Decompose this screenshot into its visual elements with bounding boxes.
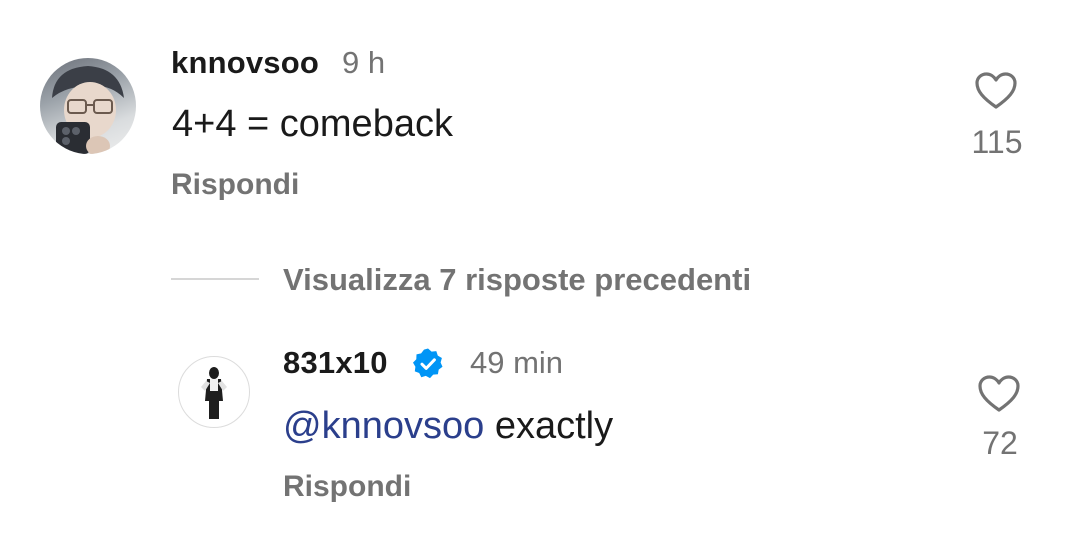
heart-outline-icon — [978, 375, 1020, 412]
verified-badge-icon — [411, 347, 445, 386]
avatar[interactable] — [40, 58, 136, 154]
comment-body: exactly — [494, 405, 614, 447]
comment-timestamp: 9 h — [342, 45, 386, 80]
profile-photo-icon — [201, 367, 227, 419]
avatar[interactable] — [178, 356, 250, 428]
comment-text: 4+4 = comeback — [172, 103, 453, 145]
like-button[interactable] — [978, 375, 1020, 413]
profile-photo-icon — [52, 66, 124, 154]
comment-timestamp: 49 min — [470, 345, 564, 380]
reply-thread-divider — [171, 278, 259, 280]
mention-link[interactable]: @knnovsoo — [283, 405, 484, 447]
comment-text: @knnovsoo exactly — [283, 405, 613, 448]
like-button[interactable] — [975, 72, 1017, 110]
heart-outline-icon — [975, 72, 1017, 109]
comment-username[interactable]: 831x10 — [283, 345, 388, 381]
comment-username[interactable]: knnovsoo — [171, 45, 319, 81]
view-previous-replies-button[interactable]: Visualizza 7 risposte precedenti — [283, 262, 751, 298]
reply-button[interactable]: Rispondi — [171, 168, 299, 202]
reply-button[interactable]: Rispondi — [283, 470, 411, 504]
like-count: 115 — [971, 124, 1023, 160]
like-count: 72 — [982, 425, 1018, 461]
